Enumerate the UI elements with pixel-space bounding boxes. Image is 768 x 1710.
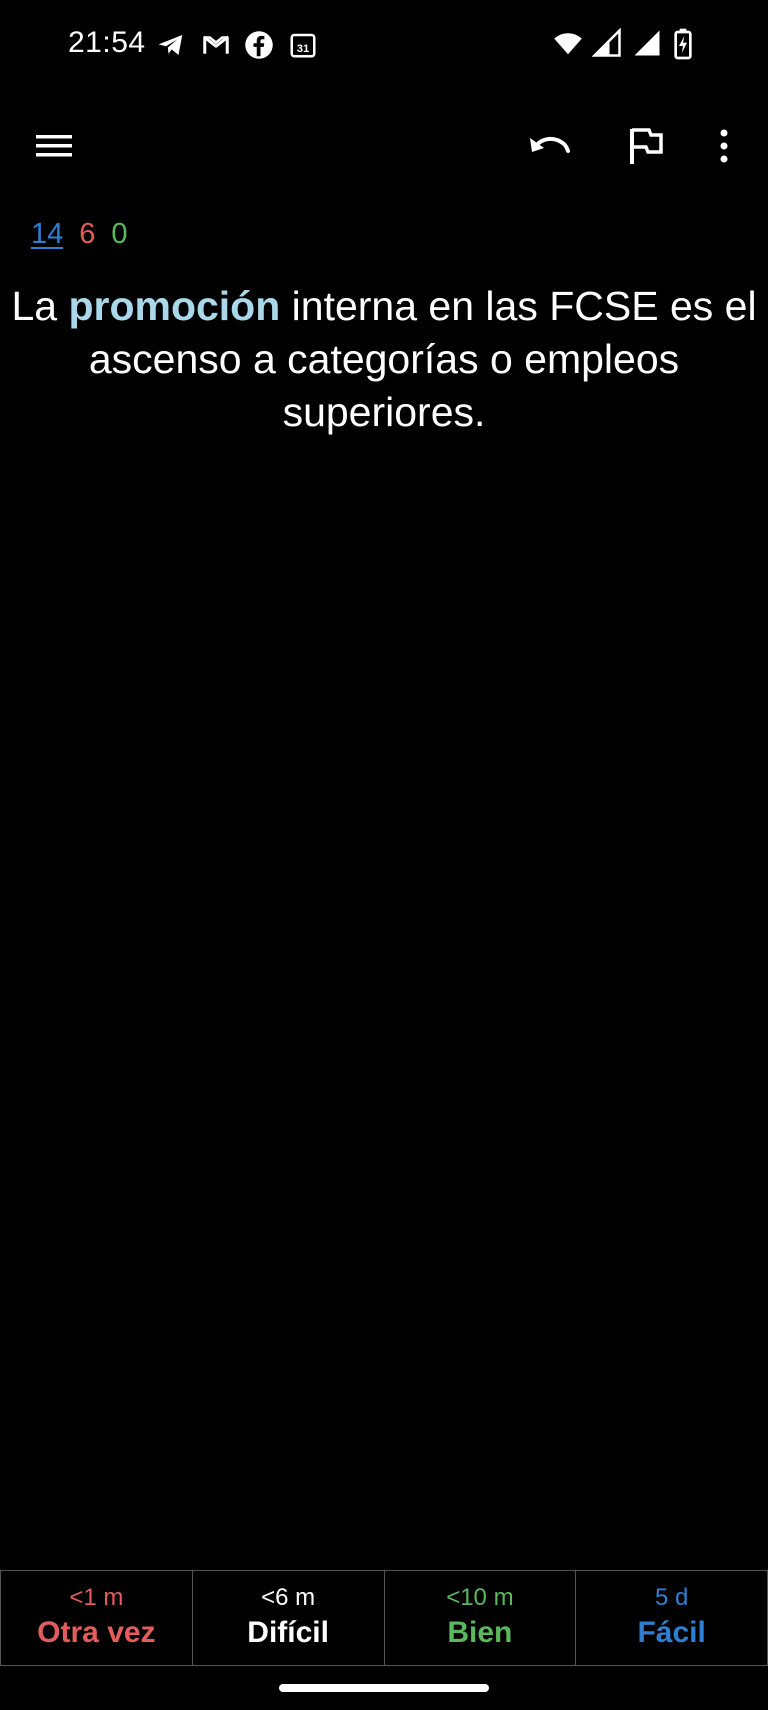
system-icons (552, 28, 704, 60)
wifi-icon (552, 28, 584, 60)
answer-easy-interval: 5 d (654, 1584, 689, 1611)
gmail-icon (200, 30, 232, 62)
calendar-icon: 31 (288, 30, 320, 62)
facebook-icon (244, 30, 276, 62)
home-indicator[interactable] (279, 1684, 489, 1692)
status-time: 21:54 (68, 26, 146, 59)
card-text-prefix: La (11, 283, 69, 329)
flag-icon (627, 126, 665, 171)
review-count: 0 (111, 218, 128, 250)
svg-text:31: 31 (297, 43, 310, 55)
more-vert-icon (719, 129, 729, 168)
signal-icon (592, 28, 624, 60)
answer-buttons: <1 m Otra vez <6 m Difícil <10 m Bien 5 … (0, 1570, 768, 1666)
flag-button[interactable] (616, 118, 676, 178)
battery-charging-icon (672, 28, 704, 60)
answer-hard-interval: <6 m (261, 1584, 316, 1611)
card-counts: 14 6 0 (31, 218, 128, 251)
signal-icon (632, 28, 664, 60)
new-count: 14 (31, 218, 64, 250)
answer-hard-button[interactable]: <6 m Difícil (191, 1571, 384, 1665)
undo-button[interactable] (520, 118, 580, 178)
status-bar: 21:54 31 (0, 0, 768, 90)
answer-good-button[interactable]: <10 m Bien (383, 1571, 576, 1665)
card-question: La promoción interna en las FCSE es el a… (10, 280, 758, 439)
learning-count: 6 (79, 218, 96, 250)
answer-again-label: Otra vez (37, 1616, 156, 1649)
telegram-icon (156, 30, 188, 62)
answer-easy-label: Fácil (637, 1616, 706, 1649)
answer-good-label: Bien (447, 1616, 513, 1649)
notification-icons: 31 (156, 30, 320, 62)
answer-good-interval: <10 m (446, 1584, 514, 1611)
answer-easy-button[interactable]: 5 d Fácil (575, 1571, 768, 1665)
menu-button[interactable] (24, 118, 84, 178)
undo-icon (528, 130, 572, 167)
toolbar (0, 110, 768, 190)
answer-hard-label: Difícil (247, 1616, 329, 1649)
card-highlight: promoción (68, 283, 281, 329)
answer-again-interval: <1 m (69, 1584, 124, 1611)
menu-icon (34, 131, 74, 166)
more-options-button[interactable] (694, 118, 754, 178)
answer-again-button[interactable]: <1 m Otra vez (0, 1571, 192, 1665)
